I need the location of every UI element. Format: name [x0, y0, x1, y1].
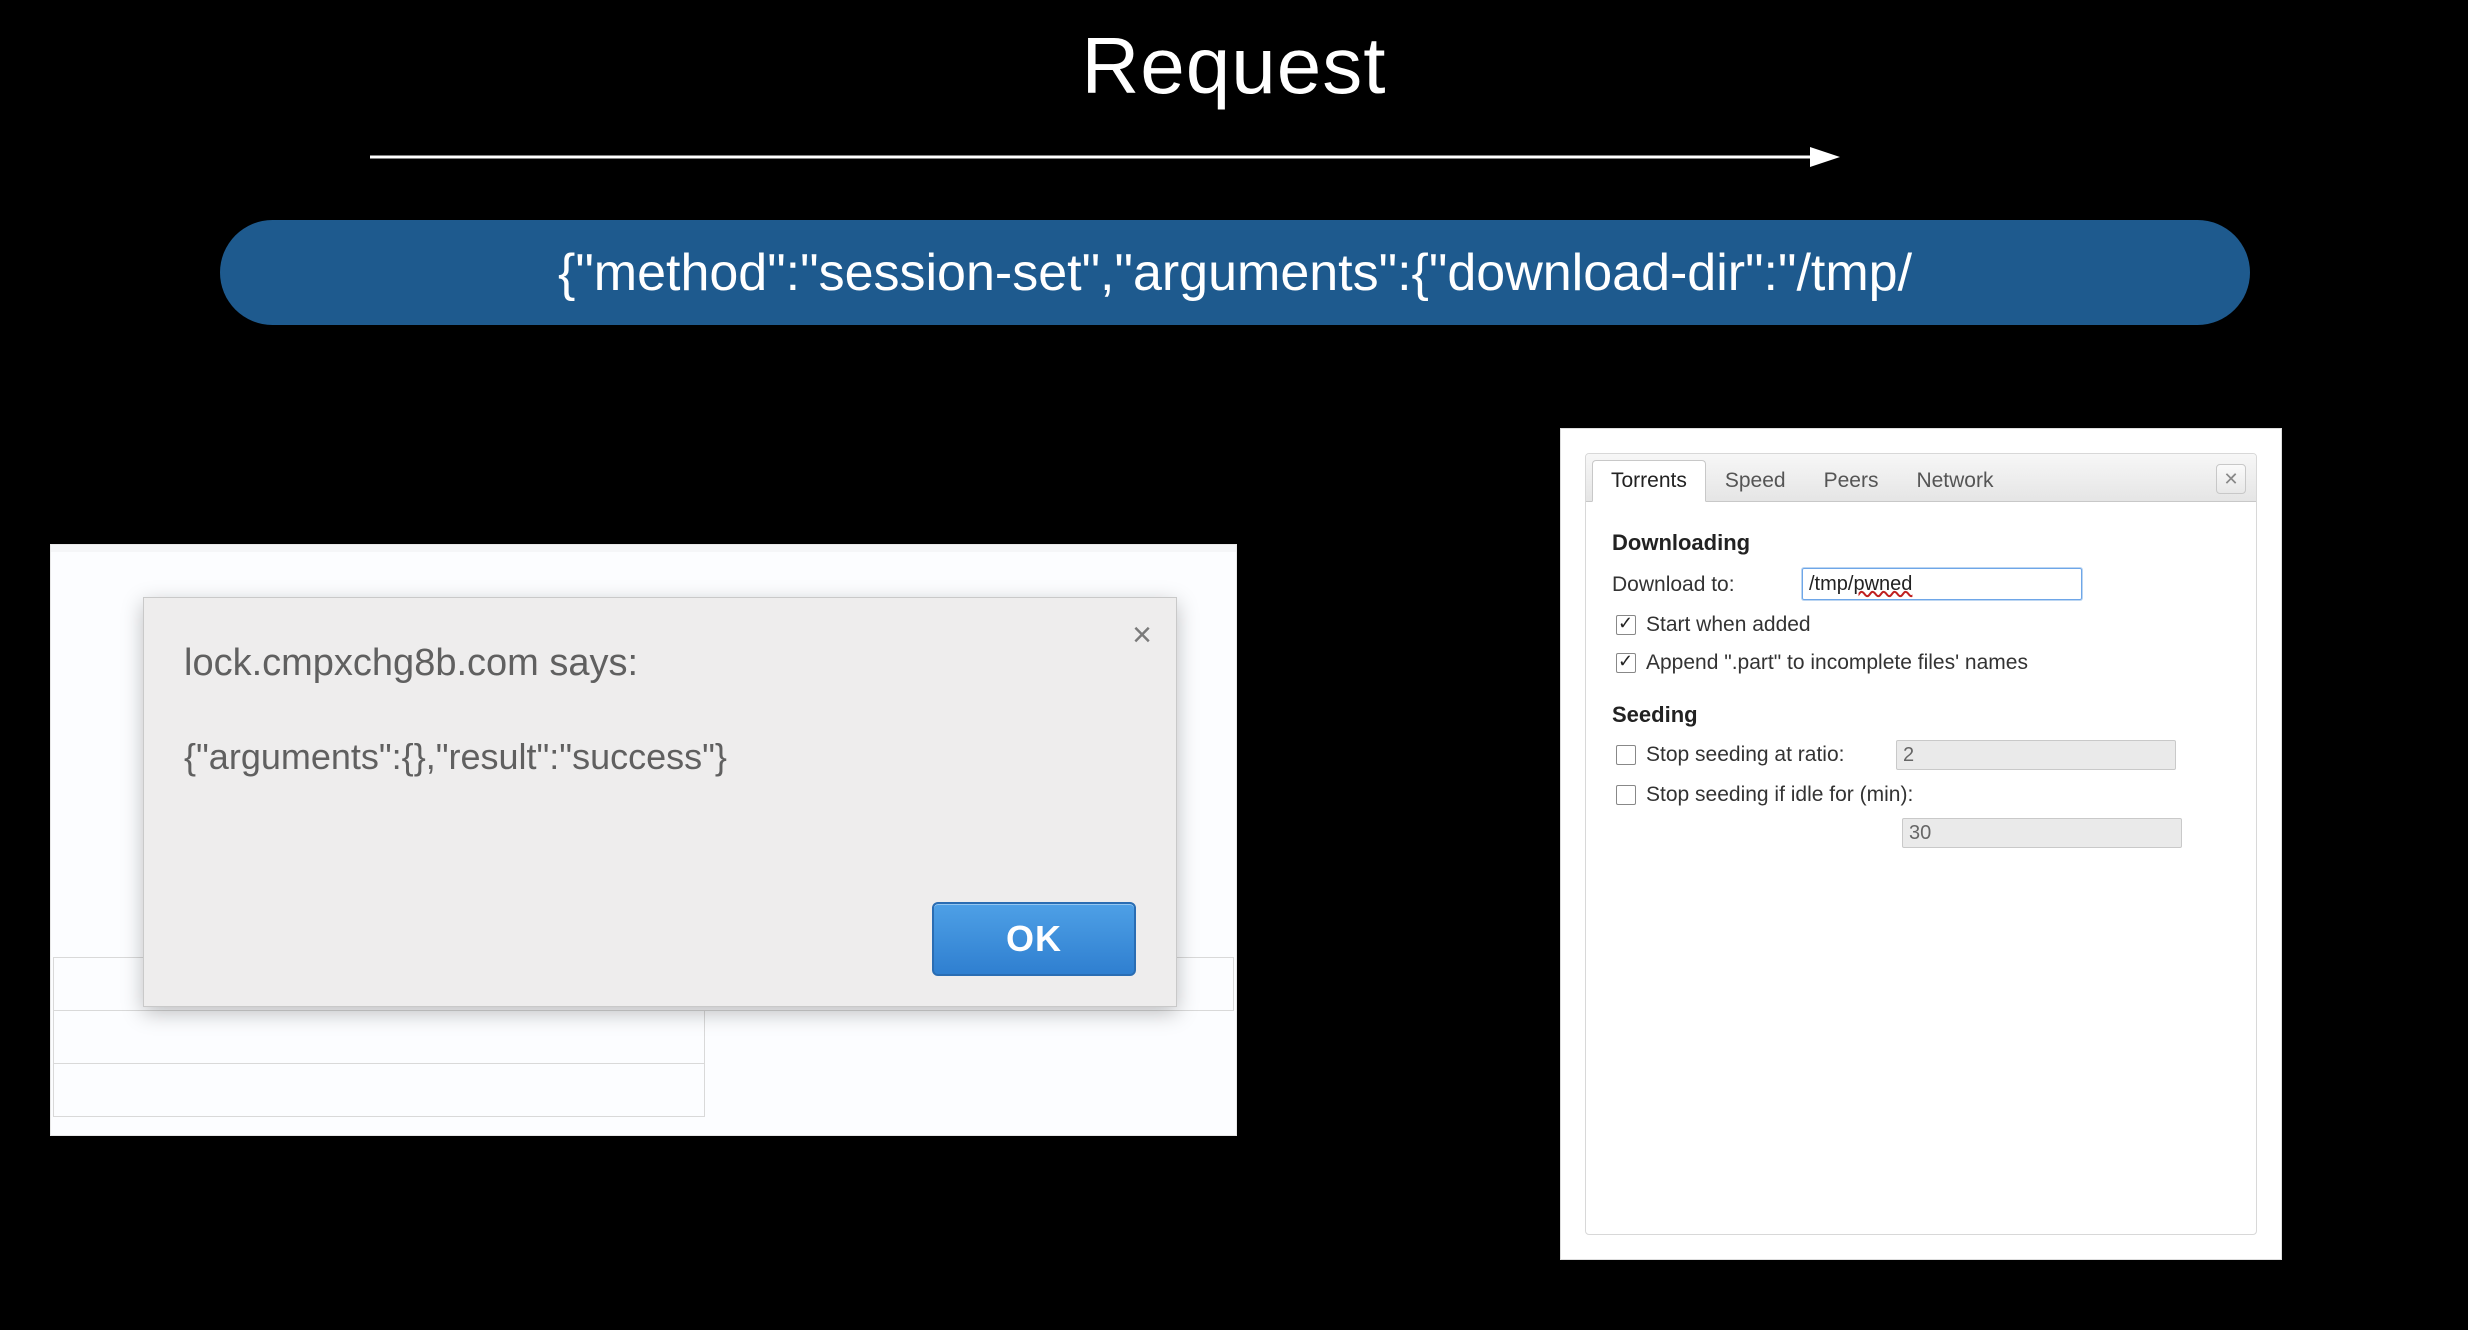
tab-peers[interactable]: Peers	[1805, 460, 1898, 501]
downloading-heading: Downloading	[1612, 530, 2230, 556]
alert-screenshot: × lock.cmpxchg8b.com says: {"arguments":…	[50, 544, 1237, 1136]
tab-torrents[interactable]: Torrents	[1592, 460, 1706, 502]
download-to-input[interactable]: /tmp/pwned	[1802, 568, 2082, 600]
start-when-added-label: Start when added	[1646, 613, 1811, 637]
stop-ratio-checkbox[interactable]	[1616, 745, 1636, 765]
start-when-added-checkbox[interactable]	[1616, 615, 1636, 635]
append-part-label: Append ".part" to incomplete files' name…	[1646, 651, 2028, 675]
download-to-prefix: /tmp/	[1809, 573, 1853, 596]
seeding-heading: Seeding	[1612, 702, 2230, 728]
alert-body-text: {"arguments":{},"result":"success"}	[184, 736, 727, 778]
close-icon[interactable]: ×	[1132, 616, 1152, 655]
download-to-suffix: pwned	[1853, 573, 1912, 596]
request-arrow	[370, 145, 1840, 185]
stop-idle-checkbox[interactable]	[1616, 785, 1636, 805]
tab-network[interactable]: Network	[1897, 460, 2012, 501]
prefs-tabbar: Torrents Speed Peers Network ✕	[1586, 454, 2256, 502]
download-to-label: Download to:	[1612, 573, 1735, 596]
slide-title: Request	[0, 20, 2468, 112]
request-payload-banner: {"method":"session-set","arguments":{"do…	[220, 220, 2250, 325]
stop-ratio-input[interactable]	[1896, 740, 2176, 770]
stop-idle-label: Stop seeding if idle for (min):	[1646, 783, 1913, 807]
stop-idle-input[interactable]	[1902, 818, 2182, 848]
close-icon[interactable]: ✕	[2216, 464, 2246, 494]
alert-origin-text: lock.cmpxchg8b.com says:	[184, 642, 638, 685]
tab-speed[interactable]: Speed	[1706, 460, 1805, 501]
request-payload-text: {"method":"session-set","arguments":{"do…	[558, 243, 1912, 303]
stop-ratio-label: Stop seeding at ratio:	[1646, 743, 1896, 767]
ok-button[interactable]: OK	[932, 902, 1136, 976]
js-alert-dialog: × lock.cmpxchg8b.com says: {"arguments":…	[143, 597, 1177, 1007]
preferences-screenshot: Torrents Speed Peers Network ✕ Downloadi…	[1560, 428, 2282, 1260]
append-part-checkbox[interactable]	[1616, 653, 1636, 673]
